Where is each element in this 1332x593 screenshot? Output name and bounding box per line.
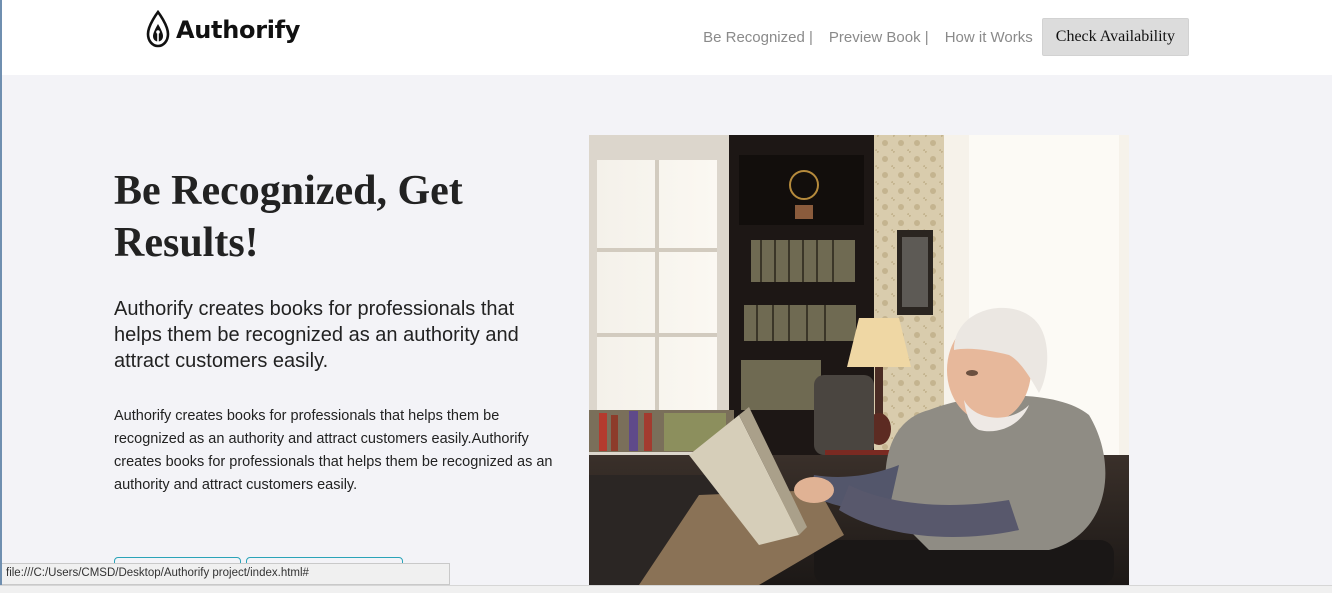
main-nav: Be Recognized | Preview Book | How it Wo… [703,18,1189,56]
elderly-man-reading-image [589,135,1129,585]
browser-status-url: file:///C:/Users/CMSD/Desktop/Authorify … [2,563,450,585]
site-header: Authorify Be Recognized | Preview Book |… [2,0,1332,75]
nav-link-how-it-works[interactable]: How it Works [945,29,1033,46]
brand-logo[interactable]: Authorify [145,10,300,50]
browser-bottom-bar [0,585,1332,593]
nav-link-preview-book[interactable]: Preview Book | [829,29,929,46]
hero-body: Authorify creates books for professional… [114,408,553,493]
check-availability-button[interactable]: Check Availability [1041,18,1189,56]
hero-lead: Authorify creates books for professional… [114,298,519,372]
hero-image [589,135,1129,585]
window-edge [0,0,2,593]
ink-drop-logo-icon [146,10,170,48]
nav-link-be-recognized[interactable]: Be Recognized | [703,29,813,46]
brand-name: Authorify [176,16,301,44]
hero-title: Be Recognized, Get Results! [114,168,463,266]
